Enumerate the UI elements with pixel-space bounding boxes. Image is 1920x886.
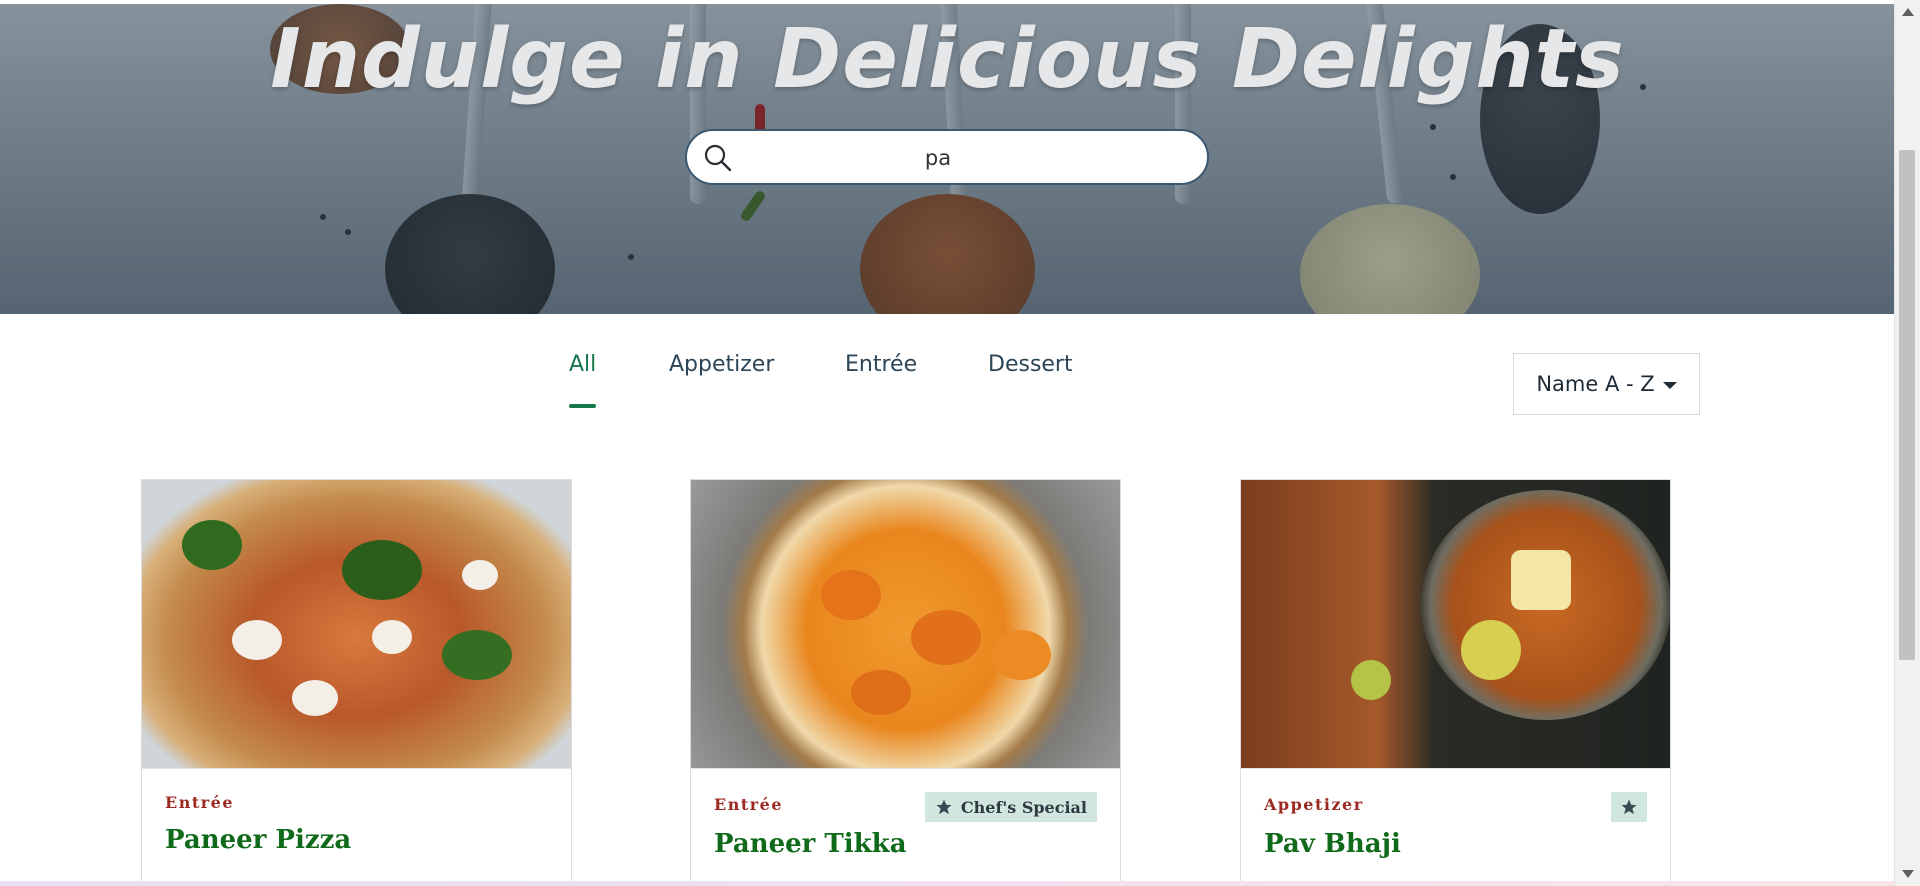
sort-dropdown[interactable]: Name A - Z xyxy=(1513,353,1700,415)
dish-card-paneer-pizza[interactable]: Entrée Paneer Pizza xyxy=(141,479,572,886)
scrollbar[interactable] xyxy=(1894,0,1920,886)
star-icon xyxy=(936,799,952,815)
chefs-special-badge xyxy=(1611,792,1647,822)
dish-name[interactable]: Paneer Pizza xyxy=(165,825,351,855)
cheese-decoration xyxy=(372,620,412,654)
page-bottom-edge xyxy=(0,881,1895,886)
caret-down-icon xyxy=(1662,381,1677,389)
tab-entree[interactable]: Entrée xyxy=(845,352,917,404)
cheese-decoration xyxy=(232,620,282,660)
butter-decoration xyxy=(1511,550,1571,610)
scroll-up-arrow-icon[interactable] xyxy=(1902,8,1914,16)
card-body: Entrée Paneer Pizza xyxy=(142,768,571,885)
badge-label: Chef's Special xyxy=(960,797,1087,817)
hero-title: Indulge in Delicious Delights xyxy=(270,12,1625,107)
dish-category: Entrée xyxy=(165,793,235,812)
paneer-decoration xyxy=(821,570,881,620)
hero-banner: Indulge in Delicious Delights xyxy=(0,4,1895,314)
cheese-decoration xyxy=(292,680,338,716)
herb-decoration xyxy=(442,630,512,680)
search-bar[interactable] xyxy=(685,129,1209,185)
star-icon xyxy=(1621,799,1637,815)
paneer-decoration xyxy=(991,630,1051,680)
lemon-decoration xyxy=(1351,660,1391,700)
search-input[interactable] xyxy=(747,139,1187,177)
search-icon xyxy=(704,144,732,172)
dish-image xyxy=(691,480,1120,768)
dish-category: Appetizer xyxy=(1264,795,1364,814)
dish-card-paneer-tikka[interactable]: Entrée Chef's Special Paneer Tikka xyxy=(690,479,1121,886)
paneer-decoration xyxy=(851,670,911,715)
dish-name[interactable]: Paneer Tikka xyxy=(714,829,907,859)
lemon-decoration xyxy=(1461,620,1521,680)
tab-all[interactable]: All xyxy=(569,352,597,408)
paneer-decoration xyxy=(911,610,981,665)
dish-image xyxy=(1241,480,1670,768)
tab-appetizer[interactable]: Appetizer xyxy=(669,352,774,404)
dish-image xyxy=(142,480,571,768)
herb-decoration xyxy=(182,520,242,570)
scroll-down-arrow-icon[interactable] xyxy=(1902,870,1914,878)
cheese-decoration xyxy=(462,560,498,590)
herb-decoration xyxy=(342,540,422,600)
sort-label: Name A - Z xyxy=(1536,372,1655,396)
dish-name[interactable]: Pav Bhaji xyxy=(1264,829,1401,859)
scroll-thumb[interactable] xyxy=(1899,150,1915,660)
tab-dessert[interactable]: Dessert xyxy=(988,352,1073,404)
chefs-special-badge: Chef's Special xyxy=(924,792,1097,822)
dish-card-pav-bhaji[interactable]: Appetizer Pav Bhaji xyxy=(1240,479,1671,886)
dish-category: Entrée xyxy=(714,795,784,814)
card-body: Appetizer Pav Bhaji xyxy=(1241,768,1670,885)
card-body: Entrée Chef's Special Paneer Tikka xyxy=(691,768,1120,885)
